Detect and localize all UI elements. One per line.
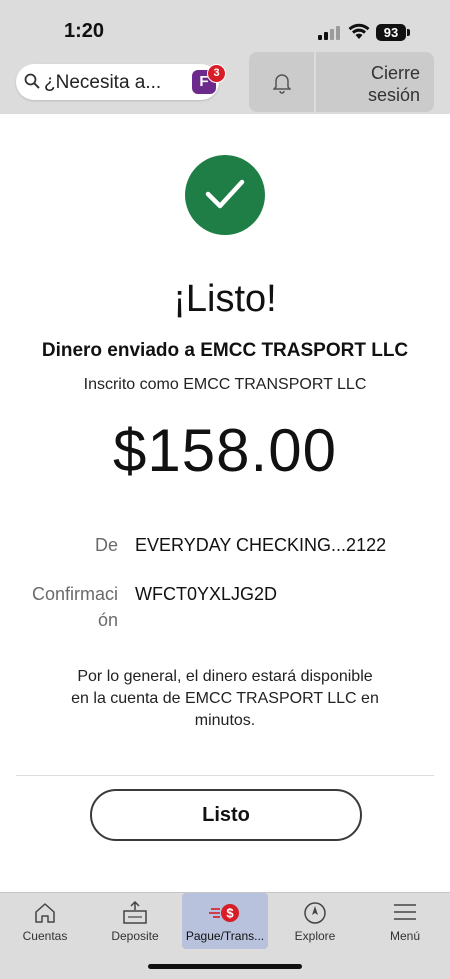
confirmation-label: Confirmaci ón [18, 581, 118, 633]
confirmation-number: WFCT0YXLJG2D [135, 584, 278, 604]
tab-label: Cuentas [22, 929, 68, 943]
logout-label-line2: sesión [367, 85, 420, 105]
tab-cuentas[interactable]: Cuentas [0, 893, 90, 949]
deposit-icon [123, 901, 147, 924]
tab-label: Pague/Trans... [185, 929, 265, 943]
tab-pague-transfiera[interactable]: $ Pague/Trans... [182, 893, 268, 949]
confirmation-label-line2: ón [97, 610, 118, 630]
logout-button[interactable]: Cierre sesión [316, 52, 434, 112]
fargo-notification-count: 3 [207, 64, 226, 83]
tab-menu[interactable]: Menú [360, 893, 450, 949]
status-time: 1:20 [64, 20, 105, 42]
tab-deposite[interactable]: Deposite [90, 893, 180, 949]
amount: $158.00 [113, 417, 337, 484]
confirmation-label-line1: Confirmaci [31, 584, 118, 604]
note-line3: minutos. [194, 712, 256, 729]
from-account-value: EVERYDAY CHECKING...2122 [135, 535, 387, 555]
tab-label: Menú [389, 929, 421, 943]
note-line1: Por lo general, el dinero estará disponi… [77, 668, 373, 685]
success-check-icon [185, 155, 265, 235]
pay-transfer-icon: $ [209, 904, 239, 922]
enrolled-as-text: Inscrito como EMCC TRANSPORT LLC [83, 376, 367, 393]
cellular-signal-icon [318, 26, 342, 40]
logout-label: Cierre sesión [330, 62, 420, 106]
divider [16, 775, 434, 776]
top-bar: ¿Necesita a... F 3 Cierre sesión [0, 48, 450, 114]
wifi-icon [348, 23, 370, 39]
search-icon [24, 73, 40, 89]
recipient-heading: Dinero enviado a EMCC TRASPORT LLC [41, 340, 409, 361]
done-button[interactable]: Listo [90, 789, 362, 841]
menu-icon [394, 904, 416, 920]
search-input[interactable]: ¿Necesita a... F 3 [16, 64, 226, 100]
availability-note: Por lo general, el dinero estará disponi… [50, 666, 400, 732]
notifications-button[interactable] [249, 52, 314, 112]
tab-label: Deposite [111, 929, 159, 943]
search-placeholder: ¿Necesita a... [44, 72, 162, 93]
battery-tip [407, 29, 410, 36]
bell-icon [273, 74, 291, 94]
battery-icon: 93 [376, 24, 406, 41]
note-line2: en la cuenta de EMCC TRASPORT LLC en [71, 690, 379, 707]
home-icon [35, 903, 55, 923]
compass-icon [304, 902, 326, 924]
page-title: ¡Listo! [173, 278, 277, 320]
svg-text:$: $ [226, 906, 234, 921]
home-indicator[interactable] [148, 964, 302, 969]
logout-label-line1: Cierre [370, 63, 420, 83]
from-label: De [94, 535, 118, 555]
tab-explore[interactable]: Explore [270, 893, 360, 949]
tab-label: Explore [294, 929, 336, 943]
